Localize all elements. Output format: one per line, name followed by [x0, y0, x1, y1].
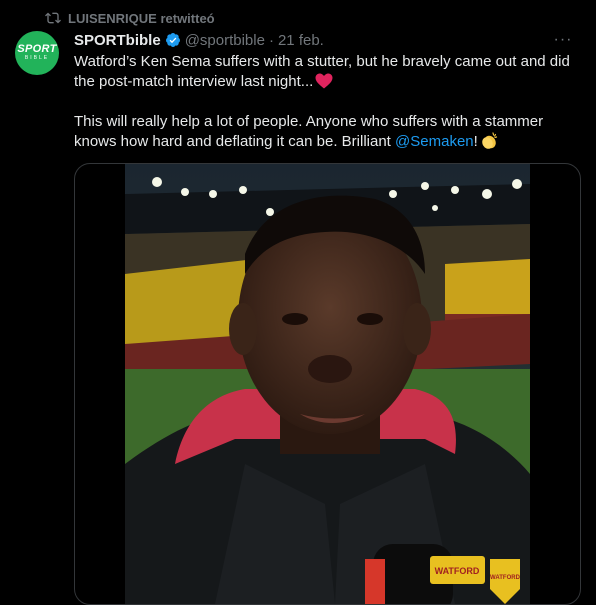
tweet-text: Watford’s Ken Sema suffers with a stutte…: [74, 52, 579, 152]
separator-dot: ·: [268, 31, 274, 49]
verified-badge-icon[interactable]: [165, 32, 181, 48]
retweet-context[interactable]: LUISENRIQUE retwitteó: [44, 9, 215, 27]
media-card[interactable]: WATFORD WATFORD: [74, 163, 581, 605]
club-badge-label: WATFORD: [490, 575, 521, 581]
tweet-date[interactable]: 21 feb.: [278, 32, 324, 49]
avatar[interactable]: SPORT BIBLE: [15, 31, 59, 75]
retweet-label: LUISENRIQUE retwitteó: [68, 10, 215, 26]
avatar-text-top: SPORT: [17, 43, 57, 55]
video-still-image: WATFORD WATFORD: [125, 164, 530, 604]
more-options-icon[interactable]: ···: [550, 30, 576, 50]
avatar-text-bottom: BIBLE: [24, 55, 50, 61]
author-name[interactable]: SPORTbible: [74, 32, 161, 49]
tweet-paragraph-2: This will really help a lot of people. A…: [74, 112, 579, 152]
tweet-paragraph-1: Watford’s Ken Sema suffers with a stutte…: [74, 52, 579, 92]
retweet-icon: [44, 9, 62, 27]
mention-link[interactable]: @Semaken: [395, 133, 474, 150]
red-heart-icon: [315, 73, 333, 89]
author-handle[interactable]: @sportbible: [185, 32, 265, 49]
video-frame[interactable]: WATFORD WATFORD: [125, 164, 530, 604]
exclamation: !: [473, 133, 478, 150]
clapping-hands-icon: [480, 132, 498, 150]
tweet-header: SPORTbible @sportbible · 21 feb. ···: [74, 30, 576, 50]
mic-brand-label: WATFORD: [435, 566, 480, 576]
